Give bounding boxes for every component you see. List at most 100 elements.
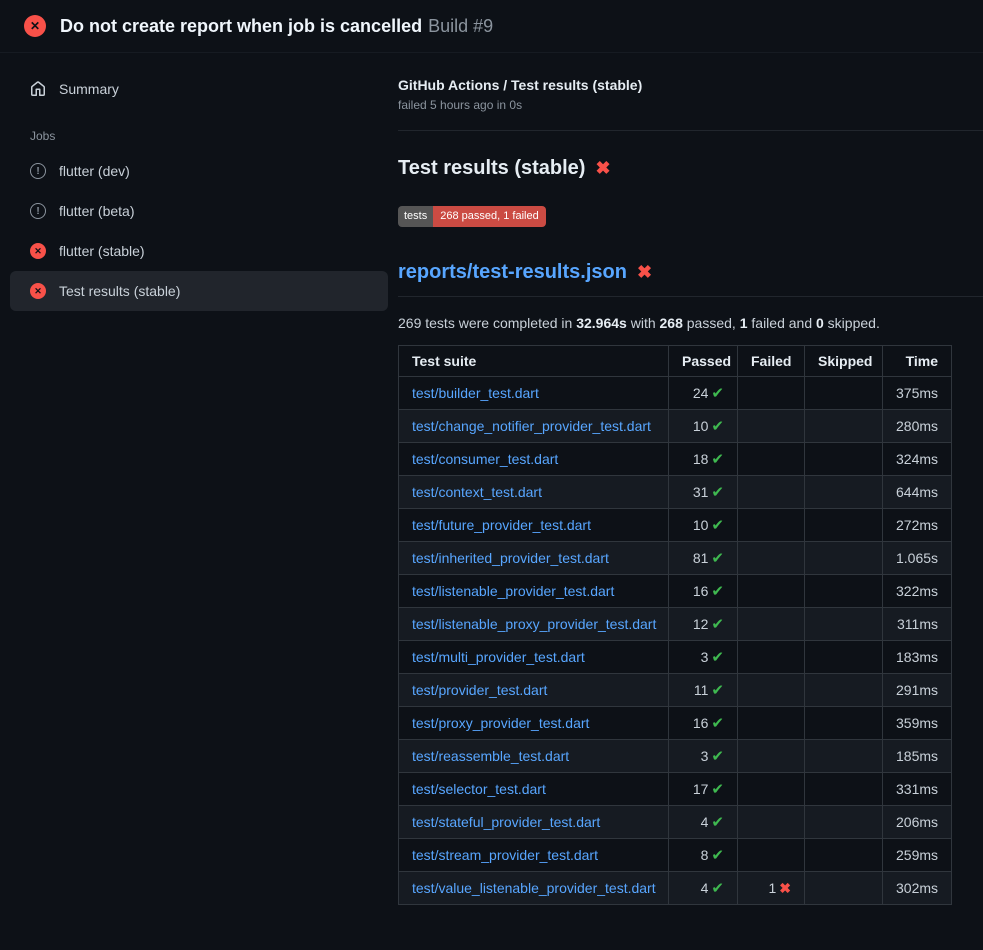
cancelled-status-icon: ! [30,203,46,219]
check-icon: ✔ [711,517,724,534]
passed-cell: 18✔ [669,443,738,476]
check-icon: ✔ [711,880,724,897]
report-heading: reports/test-results.json ✖ [398,261,983,297]
failed-cell [738,509,805,542]
suite-link[interactable]: test/listenable_provider_test.dart [412,583,614,599]
suite-cell: test/listenable_provider_test.dart [399,575,669,608]
table-row: test/inherited_provider_test.dart81✔1.06… [399,542,952,575]
table-row: test/multi_provider_test.dart3✔183ms [399,641,952,674]
table-row: test/change_notifier_provider_test.dart1… [399,410,952,443]
table-row: test/stream_provider_test.dart8✔259ms [399,839,952,872]
passed-cell: 4✔ [669,872,738,905]
breadcrumb: GitHub Actions / Test results (stable) [398,77,983,93]
suite-cell: test/context_test.dart [399,476,669,509]
column-header: Failed [738,346,805,377]
time-cell: 375ms [883,377,952,410]
failed-cell [738,707,805,740]
time-cell: 183ms [883,641,952,674]
passed-cell: 3✔ [669,740,738,773]
check-icon: ✔ [711,616,724,633]
suite-link[interactable]: test/value_listenable_provider_test.dart [412,880,656,896]
suite-link[interactable]: test/stateful_provider_test.dart [412,814,600,830]
time-cell: 322ms [883,575,952,608]
report-link[interactable]: reports/test-results.json [398,261,627,284]
sidebar-item-job[interactable]: ! flutter (dev) [10,151,388,191]
cross-mark-icon: ✖ [779,880,791,896]
check-title: Test results (stable) ✖ [398,157,983,180]
skipped-cell [805,641,883,674]
failed-cell [738,839,805,872]
suite-cell: test/consumer_test.dart [399,443,669,476]
suite-cell: test/proxy_provider_test.dart [399,707,669,740]
time-cell: 644ms [883,476,952,509]
skipped-cell [805,509,883,542]
suite-link[interactable]: test/reassemble_test.dart [412,748,569,764]
failed-cell: 1✖ [738,872,805,905]
failed-cell [738,740,805,773]
column-header: Time [883,346,952,377]
job-label: flutter (stable) [59,243,145,259]
job-label: Test results (stable) [59,283,180,299]
suite-link[interactable]: test/proxy_provider_test.dart [412,715,589,731]
cancelled-status-icon: ! [30,163,46,179]
check-icon: ✔ [711,781,724,798]
suite-cell: test/listenable_proxy_provider_test.dart [399,608,669,641]
column-header: Skipped [805,346,883,377]
suite-link[interactable]: test/future_provider_test.dart [412,517,591,533]
sidebar-item-summary[interactable]: Summary [10,71,388,107]
column-header: Test suite [399,346,669,377]
check-icon: ✔ [711,847,724,864]
suite-link[interactable]: test/consumer_test.dart [412,451,558,467]
suite-link[interactable]: test/change_notifier_provider_test.dart [412,418,651,434]
sidebar-item-job[interactable]: ✕Test results (stable) [10,271,388,311]
suite-link[interactable]: test/context_test.dart [412,484,542,500]
suite-link[interactable]: test/multi_provider_test.dart [412,649,585,665]
suite-cell: test/provider_test.dart [399,674,669,707]
time-cell: 331ms [883,773,952,806]
passed-cell: 12✔ [669,608,738,641]
passed-cell: 16✔ [669,575,738,608]
suite-cell: test/stream_provider_test.dart [399,839,669,872]
passed-cell: 4✔ [669,806,738,839]
table-row: test/stateful_provider_test.dart4✔206ms [399,806,952,839]
sidebar-item-job[interactable]: ! flutter (beta) [10,191,388,231]
suite-link[interactable]: test/listenable_proxy_provider_test.dart [412,616,656,632]
column-header: Passed [669,346,738,377]
skipped-cell [805,443,883,476]
failed-cell [738,773,805,806]
failed-cell [738,377,805,410]
check-icon: ✔ [711,649,724,666]
jobs-section-label: Jobs [30,129,388,143]
passed-cell: 16✔ [669,707,738,740]
suite-link[interactable]: test/provider_test.dart [412,682,547,698]
table-row: test/listenable_proxy_provider_test.dart… [399,608,952,641]
job-label: flutter (dev) [59,163,130,179]
workflow-run-title: Do not create report when job is cancell… [60,16,422,36]
passed-cell: 81✔ [669,542,738,575]
page-title: Do not create report when job is cancell… [60,16,493,37]
check-icon: ✔ [711,682,724,699]
time-cell: 185ms [883,740,952,773]
time-cell: 311ms [883,608,952,641]
sidebar-item-job[interactable]: ✕flutter (stable) [10,231,388,271]
skipped-cell [805,377,883,410]
suite-cell: test/builder_test.dart [399,377,669,410]
summary-text: 269 tests were completed in 32.964s with… [398,315,983,331]
table-row: test/reassemble_test.dart 3✔ 185ms [399,740,952,773]
suite-link[interactable]: test/stream_provider_test.dart [412,847,598,863]
time-cell: 280ms [883,410,952,443]
table-row: test/context_test.dart31✔644ms [399,476,952,509]
test-results-table: Test suitePassedFailedSkippedTime test/b… [398,345,952,905]
suite-link[interactable]: test/inherited_provider_test.dart [412,550,609,566]
failed-cell [738,608,805,641]
suite-link[interactable]: test/selector_test.dart [412,781,546,797]
check-icon: ✔ [711,451,724,468]
skipped-cell [805,608,883,641]
passed-cell: 17✔ [669,773,738,806]
check-icon: ✔ [711,484,724,501]
job-label: flutter (beta) [59,203,134,219]
passed-cell: 8✔ [669,839,738,872]
suite-link[interactable]: test/builder_test.dart [412,385,539,401]
cross-mark-icon: ✖ [595,158,610,179]
failed-cell [738,410,805,443]
